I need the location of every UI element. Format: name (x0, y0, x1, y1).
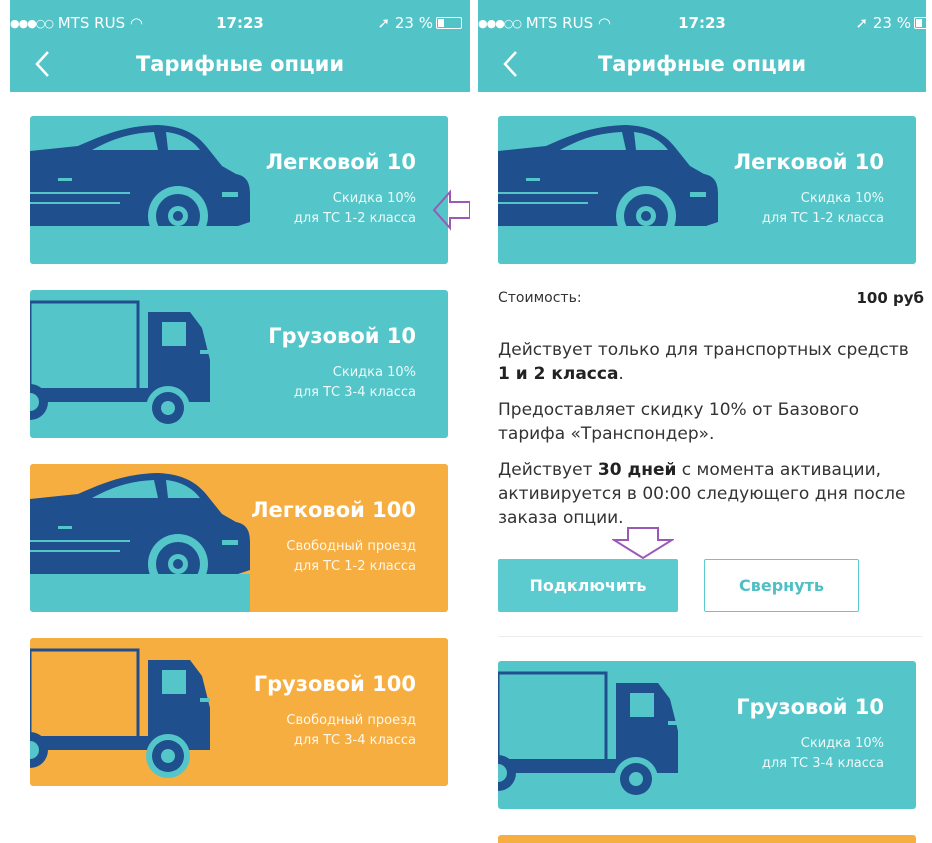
divider (498, 636, 922, 637)
tariff-desc-line2: для ТС 3-4 класса (761, 756, 884, 771)
truck-icon (30, 648, 212, 780)
tariff-desc-line1: Скидка 10% (332, 365, 416, 380)
tariff-card-passenger-100-partial[interactable] (498, 835, 916, 843)
vehicle-class-emphasis: 1 и 2 класса (498, 364, 619, 384)
nav-row: Тарифные опции (10, 44, 470, 84)
annotation-arrow-left-icon (432, 189, 470, 231)
tariff-card-truck-10[interactable]: Грузовой 10 Скидка 10% для ТС 3-4 класса (498, 661, 916, 809)
validity-emphasis: 30 дней (597, 460, 677, 480)
page-title: Тарифные опции (597, 52, 807, 76)
tariff-title: Грузовой 100 (253, 672, 416, 696)
tariff-desc-line2: для ТС 3-4 класса (293, 733, 416, 748)
tariff-title: Легковой 100 (251, 498, 416, 522)
truck-icon (30, 300, 212, 432)
tariff-desc-line1: Скидка 10% (800, 191, 884, 206)
tariff-list-screen: ●●●○○ MTS RUS ◠ 17:23 ➚ 23 % Тарифные оп… (10, 0, 470, 843)
battery-icon (436, 17, 462, 29)
status-bar: ●●●○○ MTS RUS ◠ 17:23 ➚ 23 % (478, 10, 926, 36)
tariff-title: Грузовой 10 (736, 695, 884, 719)
tariff-card-passenger-100[interactable]: Легковой 100 Свободный проезд для ТС 1-2… (30, 464, 448, 612)
description-vehicle-class: Действует только для транспортных средст… (498, 340, 909, 384)
location-icon: ➚ (377, 14, 391, 32)
car-icon (498, 125, 718, 264)
tariff-desc-line2: для ТС 1-2 класса (293, 559, 416, 574)
tariff-title: Легковой 10 (265, 150, 416, 174)
tariff-desc-line2: для ТС 3-4 класса (293, 385, 416, 400)
description-discount: Предоставляет скидку 10% от Базового тар… (498, 400, 860, 444)
tariff-card-passenger-10[interactable]: Легковой 10 Скидка 10% для ТС 1-2 класса (30, 116, 448, 264)
tariff-detail-screen: ●●●○○ MTS RUS ◠ 17:23 ➚ 23 % Тарифные оп… (478, 0, 926, 843)
header-bar: ●●●○○ MTS RUS ◠ 17:23 ➚ 23 % Тарифные оп… (10, 0, 470, 92)
cost-value: 100 руб (856, 289, 924, 307)
collapse-button[interactable]: Свернуть (704, 559, 859, 612)
tariff-desc-line1: Скидка 10% (332, 191, 416, 206)
tariff-desc-line2: для ТС 1-2 класса (761, 211, 884, 226)
tariff-desc-line1: Свободный проезд (286, 539, 416, 554)
cost-label: Стоимость: (498, 290, 582, 306)
tariff-desc-line1: Скидка 10% (800, 736, 884, 751)
header-bar: ●●●○○ MTS RUS ◠ 17:23 ➚ 23 % Тарифные оп… (478, 0, 926, 92)
truck-icon (498, 671, 680, 803)
battery-indicator: ➚ 23 % (378, 14, 462, 32)
location-icon: ➚ (855, 14, 869, 32)
page-title: Тарифные опции (135, 52, 345, 76)
status-bar: ●●●○○ MTS RUS ◠ 17:23 ➚ 23 % (10, 10, 470, 36)
tariff-title: Легковой 10 (733, 150, 884, 174)
tariff-card-truck-100[interactable]: Грузовой 100 Свободный проезд для ТС 3-4… (30, 638, 448, 786)
battery-indicator: ➚ 23 % (856, 14, 926, 32)
connect-button[interactable]: Подключить (498, 559, 678, 612)
car-icon (30, 125, 250, 264)
tariff-desc-line1: Свободный проезд (286, 713, 416, 728)
nav-row: Тарифные опции (478, 44, 926, 84)
annotation-arrow-down-icon (612, 527, 674, 560)
description-validity: Действует 30 дней с момента активации, а… (498, 460, 906, 528)
tariff-card-truck-10[interactable]: Грузовой 10 Скидка 10% для ТС 3-4 класса (30, 290, 448, 438)
tariff-title: Грузовой 10 (268, 324, 416, 348)
battery-icon (914, 17, 926, 29)
tariff-desc-line2: для ТС 1-2 класса (293, 211, 416, 226)
car-icon (30, 473, 250, 612)
tariff-card-passenger-10-expanded[interactable]: Легковой 10 Скидка 10% для ТС 1-2 класса (498, 116, 916, 264)
